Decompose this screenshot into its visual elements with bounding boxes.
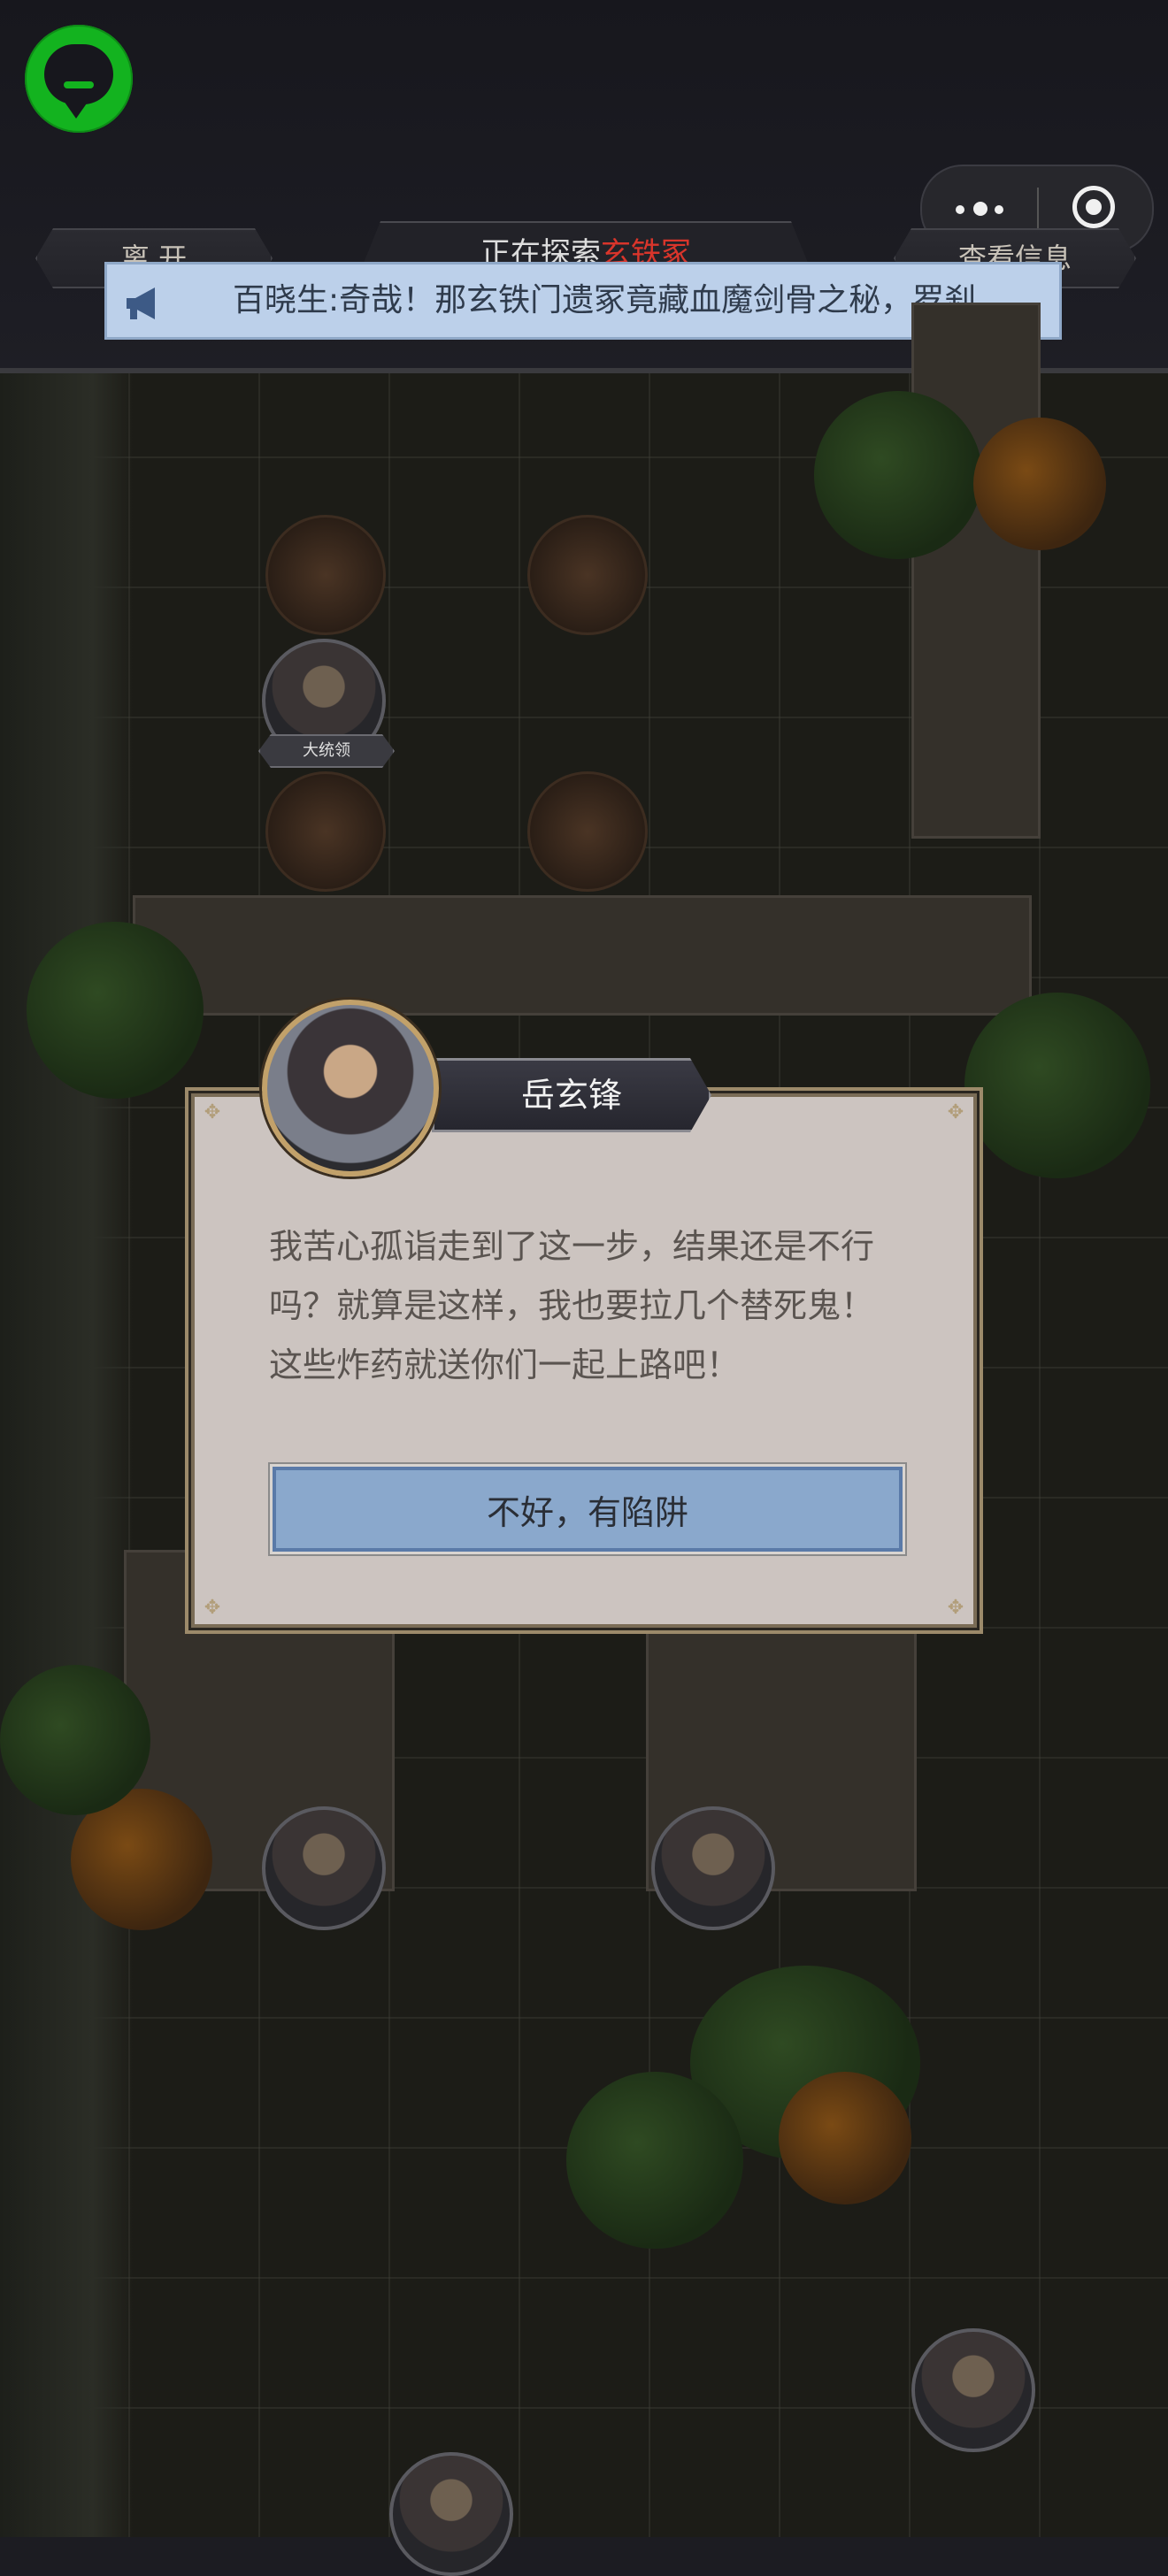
corner-ornament: ✥ [204,1597,221,1619]
dialog-box: ✥ ✥ ✥ ✥ 我苦心孤诣走到了这一步，结果还是不行吗？就算是这样，我也要拉几个… [191,1093,977,1628]
tree [973,418,1106,550]
enemy-name-label: 大统领 [258,734,395,768]
tree [27,922,204,1099]
rock-wall [0,373,133,2537]
close-mini-program-icon[interactable] [1072,186,1115,228]
character-token[interactable] [389,2452,513,2576]
building-roof [911,303,1041,839]
speaker-name: 岳玄锋 [432,1058,711,1132]
tree [964,993,1150,1178]
trap-action-button[interactable]: 不好，有陷阱 [273,1467,903,1552]
speaker-portrait [262,1000,439,1177]
app-logo-icon[interactable] [25,25,133,133]
corner-ornament: ✥ [947,1597,964,1619]
barrel [265,771,386,892]
megaphone-icon [127,288,155,319]
character-token[interactable] [911,2328,1035,2452]
tree [779,2072,911,2204]
tree [814,391,982,559]
tree [566,2072,743,2249]
capsule-divider [1037,188,1039,230]
barrel [265,515,386,635]
dialog-message: 我苦心孤诣走到了这一步，结果还是不行吗？就算是这样，我也要拉几个替死鬼！这些炸药… [269,1227,875,1384]
corner-ornament: ✥ [947,1101,964,1123]
character-token[interactable] [262,1806,386,1930]
barrel [527,771,648,892]
more-icon[interactable] [956,196,1009,221]
tree [0,1665,150,1815]
barrel [527,515,648,635]
building-roof [133,895,1032,1016]
corner-ornament: ✥ [204,1101,221,1123]
character-token[interactable] [651,1806,775,1930]
